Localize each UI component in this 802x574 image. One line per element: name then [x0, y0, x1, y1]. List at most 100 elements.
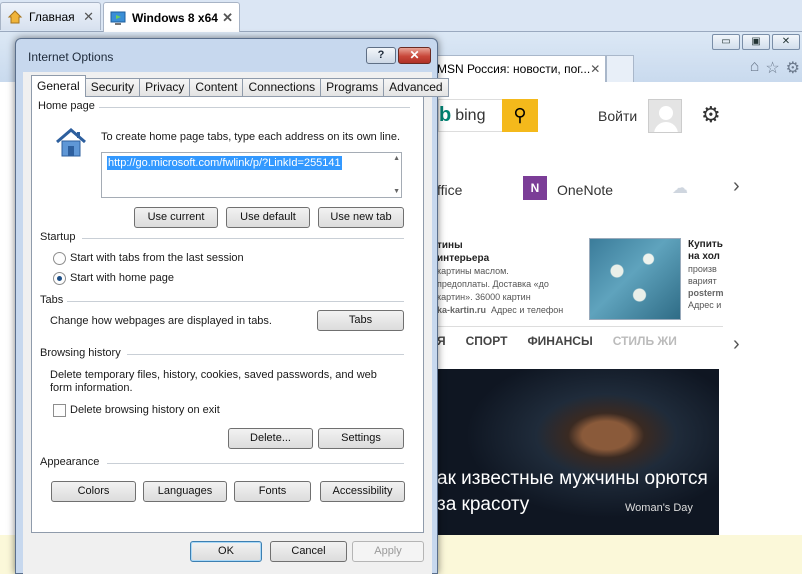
languages-button[interactable]: Languages — [143, 481, 227, 502]
avatar[interactable] — [648, 99, 682, 133]
divider — [92, 107, 410, 108]
scroll-up-icon[interactable]: ▲ — [393, 155, 400, 162]
tabs-description: Change how webpages are displayed in tab… — [50, 315, 272, 327]
tab-content[interactable]: Content — [190, 78, 244, 97]
tab-programs[interactable]: Programs — [321, 78, 385, 97]
news-phone: Адрес и — [688, 300, 722, 310]
radio-home-page-label[interactable]: Start with home page — [70, 272, 174, 284]
tab-general[interactable]: General — [31, 75, 86, 97]
search-box[interactable]: b bing — [438, 99, 502, 132]
window-buttons: ▭ ▣ ✕ — [712, 34, 800, 50]
browser-tab[interactable]: MSN Россия: новости, пог... ✕ — [432, 55, 606, 82]
news-text: картин». 36000 картин — [437, 292, 531, 302]
restore-button[interactable]: ▣ — [742, 34, 770, 50]
office-link[interactable]: ffice — [437, 182, 462, 198]
hero-source: Woman's Day — [625, 502, 693, 514]
category-nav: Я СПОРТ ФИНАНСЫ СТИЛЬ ЖИ — [437, 334, 687, 348]
tab-advanced[interactable]: Advanced — [384, 78, 449, 97]
fonts-button[interactable]: Fonts — [234, 481, 311, 502]
radio-last-session[interactable] — [53, 252, 66, 265]
close-window-button[interactable]: ✕ — [772, 34, 800, 50]
onenote-icon: N — [523, 176, 547, 200]
scroll-down-icon[interactable]: ▼ — [393, 188, 400, 195]
radio-last-session-label[interactable]: Start with tabs from the last session — [70, 252, 244, 264]
vm-tab-label: Главная — [29, 9, 75, 24]
tab-privacy[interactable]: Privacy — [140, 78, 191, 97]
use-current-button[interactable]: Use current — [134, 207, 218, 228]
vm-tab-strip: Главная ✕ Windows 8 x64 ✕ — [0, 0, 802, 32]
section-appearance: Appearance — [40, 456, 104, 468]
category-link[interactable]: Я — [437, 334, 446, 348]
close-icon[interactable]: ✕ — [83, 9, 94, 25]
news-card-left[interactable]: тины интерьера картины маслом. предоплат… — [437, 239, 582, 317]
use-default-button[interactable]: Use default — [226, 207, 310, 228]
news-text: произв — [688, 264, 717, 274]
search-button[interactable]: ⚲ — [502, 99, 538, 132]
news-source: ka-kartin.ru — [437, 305, 487, 315]
dialog-body: General Security Privacy Content Connect… — [23, 72, 449, 574]
browsing-history-description: form information. — [50, 382, 133, 394]
accessibility-button[interactable]: Accessibility — [320, 481, 405, 502]
delete-button[interactable]: Delete... — [228, 428, 313, 449]
news-phone: Адрес и телефон — [491, 305, 564, 315]
radio-home-page[interactable] — [53, 272, 66, 285]
tab-security[interactable]: Security — [85, 78, 141, 97]
onenote-link[interactable]: OneNote — [557, 182, 613, 198]
new-tab-button[interactable] — [606, 55, 634, 82]
category-link[interactable]: СТИЛЬ ЖИ — [613, 334, 677, 348]
login-link[interactable]: Войти — [598, 108, 637, 124]
news-source: posterm — [688, 288, 724, 298]
settings-button[interactable]: Settings — [318, 428, 404, 449]
category-link[interactable]: СПОРТ — [466, 334, 508, 348]
browser-toolbar: ⌂ ☆ ⚙ — [750, 58, 800, 78]
tab-connections[interactable]: Connections — [243, 78, 322, 97]
divider — [67, 301, 404, 302]
news-text: предоплаты. Доставка «до — [437, 279, 549, 289]
news-text: варият — [688, 276, 717, 286]
close-icon[interactable]: ✕ — [222, 10, 233, 26]
news-title: интерьера — [437, 253, 490, 264]
home-icon[interactable]: ⌂ — [750, 58, 760, 78]
dialog-title: Internet Options — [28, 50, 114, 64]
ok-button[interactable]: OK — [190, 541, 262, 562]
search-icon: ⚲ — [513, 105, 527, 125]
close-button[interactable]: ✕ — [398, 47, 431, 64]
painting-thumbnail[interactable] — [589, 238, 681, 320]
news-card-right[interactable]: Купить на хол произв варият posterm Адре… — [688, 239, 728, 311]
tabs-settings-button[interactable]: Tabs — [317, 310, 404, 331]
gear-icon[interactable]: ⚙ — [701, 102, 721, 128]
search-brand: bing — [455, 106, 486, 124]
news-title: Купить — [688, 239, 723, 250]
home-page-url-field[interactable]: http://go.microsoft.com/fwlink/p/?LinkId… — [101, 152, 402, 198]
general-panel: Home page To create home page tabs, type… — [31, 96, 424, 533]
vm-tab-label: Windows 8 x64 — [132, 10, 218, 25]
home-page-description: To create home page tabs, type each addr… — [101, 131, 401, 143]
vm-tab-windows8[interactable]: Windows 8 x64 ✕ — [103, 2, 240, 32]
cancel-button[interactable]: Cancel — [270, 541, 347, 562]
divider — [107, 463, 404, 464]
section-home-page: Home page — [38, 100, 99, 112]
favorites-icon[interactable]: ☆ — [765, 58, 779, 78]
tab-strip: General Security Privacy Content Connect… — [31, 75, 449, 97]
browser-tab-title: MSN Россия: новости, пог... — [437, 62, 591, 76]
section-tabs: Tabs — [40, 294, 68, 306]
cloud-icon: ☁ — [672, 180, 688, 197]
close-icon[interactable]: ✕ — [590, 62, 600, 76]
delete-on-exit-label[interactable]: Delete browsing history on exit — [70, 404, 220, 416]
chevron-right-icon[interactable]: › — [733, 175, 740, 198]
news-title: тины — [437, 240, 463, 251]
tools-icon[interactable]: ⚙ — [786, 58, 800, 78]
vm-tab-home[interactable]: Главная ✕ — [0, 2, 101, 30]
home-page-url: http://go.microsoft.com/fwlink/p/?LinkId… — [107, 156, 342, 170]
delete-on-exit-checkbox[interactable] — [53, 404, 66, 417]
help-button[interactable]: ? — [366, 47, 396, 64]
apply-button[interactable]: Apply — [352, 541, 424, 562]
minimize-button[interactable]: ▭ — [712, 34, 740, 50]
chevron-right-icon[interactable]: › — [733, 333, 740, 356]
colors-button[interactable]: Colors — [51, 481, 136, 502]
section-startup: Startup — [40, 231, 80, 243]
use-new-tab-button[interactable]: Use new tab — [318, 207, 404, 228]
bing-logo-icon: b — [439, 104, 452, 126]
home-page-icon — [56, 128, 86, 157]
category-link[interactable]: ФИНАНСЫ — [527, 334, 592, 348]
